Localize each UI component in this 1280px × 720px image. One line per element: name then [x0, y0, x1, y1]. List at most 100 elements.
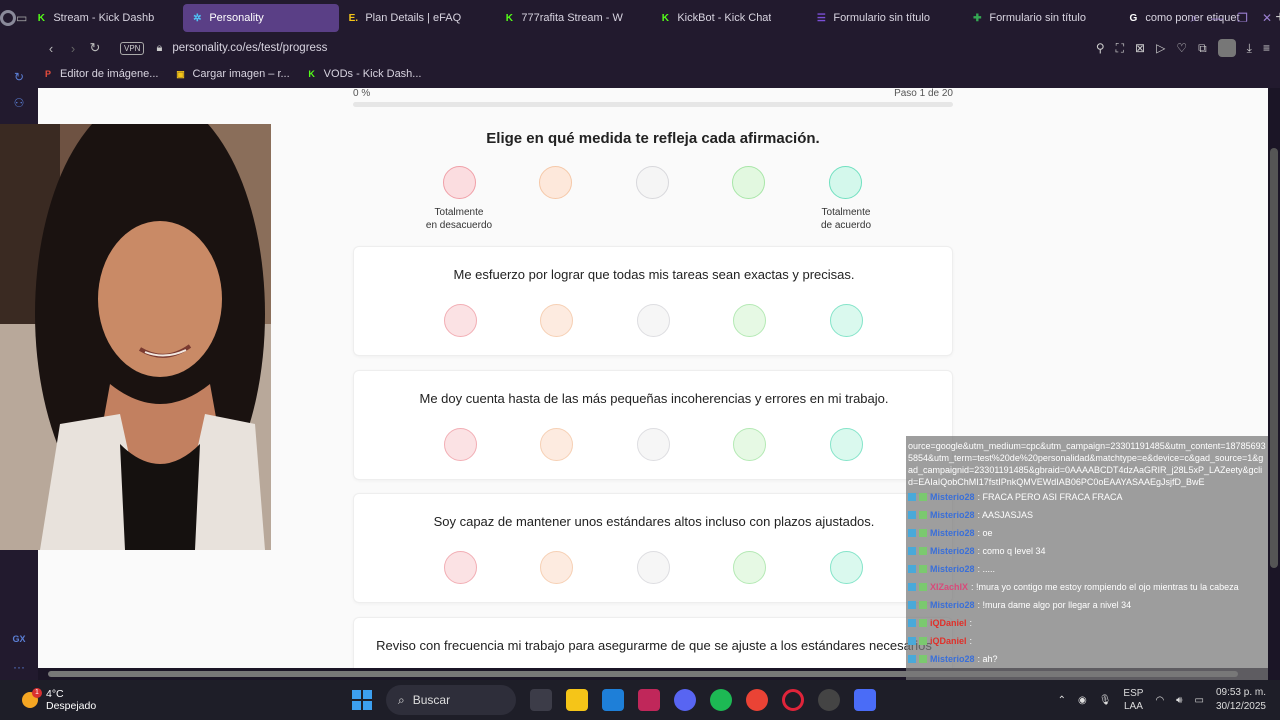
vpn-badge[interactable]: VPN [120, 41, 145, 55]
language-indicator[interactable]: ESP LAA [1123, 687, 1143, 713]
battery-icon[interactable]: ▭ [1194, 695, 1203, 706]
answer-option-4[interactable] [733, 304, 766, 337]
answer-option-1[interactable] [444, 428, 477, 461]
heart-icon[interactable]: ♡ [1176, 41, 1187, 55]
minimize-button[interactable]: — [1211, 11, 1223, 25]
bookmark-favicon-icon: P [44, 69, 51, 79]
answer-option-2[interactable] [540, 428, 573, 461]
back-icon[interactable]: ‹ [40, 41, 62, 56]
tab-menu-icon[interactable]: ▭ [16, 0, 27, 36]
lock-icon[interactable]: 🔒︎ [156, 42, 162, 55]
gx-corner-icon[interactable]: ↻ [11, 70, 27, 86]
chat-badge-icon [908, 637, 916, 645]
gx-label[interactable]: GX [11, 634, 27, 650]
adblock-icon[interactable]: ⊠ [1135, 41, 1145, 55]
player-icon[interactable]: ▷ [1156, 41, 1165, 55]
answer-option-4[interactable] [733, 551, 766, 584]
url-field[interactable]: personality.co/es/test/progress [172, 42, 327, 54]
close-button[interactable]: ✕ [1262, 11, 1272, 25]
chat-username[interactable]: Misterio28 [930, 654, 975, 664]
windows-start-icon[interactable] [352, 690, 372, 710]
forward-icon[interactable]: › [62, 41, 84, 56]
reload-icon[interactable]: ↻ [84, 40, 106, 56]
app3-icon[interactable] [854, 689, 876, 711]
answer-option-5[interactable] [830, 428, 863, 461]
taskbar-search[interactable]: ⌕ Buscar [386, 685, 516, 715]
spotify-icon[interactable] [710, 689, 732, 711]
task-view-icon[interactable] [530, 689, 552, 711]
chat-username[interactable]: iQDaniel [930, 618, 967, 628]
tab-6[interactable]: ✚ Formulario sin título [963, 4, 1119, 32]
bookmarks-container: P Editor de imágene... ▣ Cargar imagen – r.… [42, 68, 437, 80]
answer-option-1[interactable] [444, 551, 477, 584]
chat-text: : ah? [977, 654, 998, 664]
answer-option-3[interactable] [637, 551, 670, 584]
download-icon[interactable]: ⤓ [1247, 41, 1252, 56]
weather-condition: Despejado [46, 700, 97, 712]
chat-username[interactable]: iQDaniel [930, 636, 967, 646]
lang-top: ESP [1123, 688, 1144, 699]
scroll-thumb[interactable] [1270, 148, 1278, 568]
tab-5[interactable]: ☰ Formulario sin título [807, 4, 963, 32]
more-icon[interactable]: ··· [11, 660, 27, 676]
maximize-button[interactable]: ❐ [1237, 11, 1248, 25]
pin-icon[interactable]: ⚲ [1096, 41, 1105, 55]
snapshot-icon[interactable]: ⛶ [1116, 41, 1124, 56]
answer-option-2[interactable] [540, 304, 573, 337]
tray-chevron-icon[interactable]: ⌃ [1058, 695, 1066, 706]
bookmark-item[interactable]: ▣ Cargar imagen – r... [174, 68, 289, 80]
discord-icon[interactable] [674, 689, 696, 711]
answer-option-3[interactable] [637, 304, 670, 337]
new-tab-button[interactable]: + [1275, 9, 1280, 27]
chat-username[interactable]: XIZachIX [930, 582, 968, 592]
weather-widget[interactable]: 1 4°C Despejado [22, 688, 96, 712]
workspace-icon[interactable]: ⚇ [11, 96, 27, 112]
vertical-scrollbar[interactable] [1268, 88, 1280, 668]
extensions-icon[interactable]: ⧉ [1198, 41, 1207, 56]
app-icon[interactable] [638, 689, 660, 711]
answer-option-5[interactable] [830, 304, 863, 337]
chat-username[interactable]: Misterio28 [930, 528, 975, 538]
chat-badge-icon [908, 493, 916, 501]
wifi-icon[interactable]: ◠ [1155, 695, 1164, 706]
tab-4[interactable]: K KickBot - Kick Chat [651, 4, 807, 32]
bookmark-item[interactable]: K VODs - Kick Dash... [306, 68, 421, 80]
chat-username[interactable]: Misterio28 [930, 510, 975, 520]
chat-username[interactable]: Misterio28 [930, 600, 975, 610]
answer-option-4[interactable] [733, 428, 766, 461]
answer-option-3[interactable] [637, 428, 670, 461]
menu-icon[interactable]: ≡ [1263, 41, 1270, 55]
search-tabs-icon[interactable]: ⌕ [1190, 11, 1197, 26]
clock[interactable]: 09:53 p. m. 30/12/2025 [1216, 686, 1266, 714]
chat-badge-icon [919, 655, 927, 663]
chat-badge-icon [919, 511, 927, 519]
opera-gx-icon[interactable] [782, 689, 804, 711]
tab-3[interactable]: K 777rafita Stream - W [495, 4, 651, 32]
taskbar-apps: ⌕ Buscar [352, 680, 876, 720]
bookmark-item[interactable]: P Editor de imágene... [42, 68, 158, 80]
tray-app-icon[interactable]: ◉ [1078, 695, 1087, 706]
answer-option-1[interactable] [444, 304, 477, 337]
chat-username[interactable]: Misterio28 [930, 564, 975, 574]
tab-favicon-icon: ☰ [816, 12, 826, 24]
store-icon[interactable] [602, 689, 624, 711]
chat-overlay: ource=google&utm_medium=cpc&utm_campaign… [906, 436, 1268, 694]
chat-username[interactable]: Misterio28 [930, 546, 975, 556]
chrome-icon[interactable] [746, 689, 768, 711]
answer-option-5[interactable] [830, 551, 863, 584]
mic-icon[interactable]: 🎙︎ [1099, 695, 1112, 706]
search-label: Buscar [412, 693, 451, 707]
opera-logo-icon[interactable] [0, 0, 16, 36]
profile-avatar[interactable] [1217, 39, 1236, 57]
answer-option-2[interactable] [540, 551, 573, 584]
chat-username[interactable]: Misterio28 [930, 492, 975, 502]
volume-icon[interactable]: 🔊︎ [1176, 695, 1182, 706]
legend-circle-4 [732, 166, 765, 199]
tab-2[interactable]: E. Plan Details | eFAQ [339, 4, 495, 32]
app2-icon[interactable] [818, 689, 840, 711]
tab-0[interactable]: K Stream - Kick Dashb [27, 4, 183, 32]
file-explorer-icon[interactable] [566, 689, 588, 711]
tab-1[interactable]: ✲ Personality [183, 4, 340, 32]
chat-message: Misterio28: !mura dame algo por llegar a… [908, 596, 1266, 614]
chat-badge-icon [919, 529, 927, 537]
